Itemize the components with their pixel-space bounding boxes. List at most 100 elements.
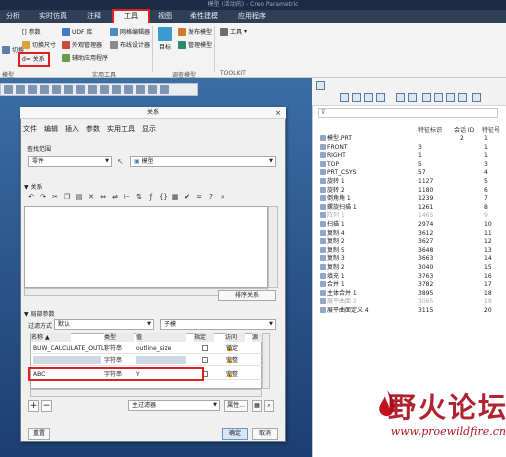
annotation-display-icon[interactable] <box>148 85 157 94</box>
cancel-button[interactable]: 取消 <box>252 428 278 440</box>
tree-layout-icon[interactable] <box>446 93 455 102</box>
reset-button[interactable]: 重置 <box>28 428 50 440</box>
axis-display-icon[interactable] <box>112 85 121 94</box>
zoom-out-icon[interactable] <box>28 85 37 94</box>
tree-format-icon[interactable] <box>458 93 467 102</box>
ok-button[interactable]: 确定 <box>222 428 248 440</box>
param-col-designate[interactable]: 指定 <box>194 333 214 342</box>
csys-display-icon[interactable] <box>136 85 145 94</box>
view-orient-icon[interactable] <box>52 85 61 94</box>
tree-filter-input[interactable]: ⊽ <box>318 108 498 118</box>
relations-text-editor[interactable] <box>24 206 268 288</box>
param-col-access[interactable]: 访问 <box>225 333 245 342</box>
tab-analysis[interactable]: 分析 <box>2 10 24 23</box>
saved-views-icon[interactable] <box>64 85 73 94</box>
tree-layers-icon[interactable] <box>422 93 431 102</box>
tree-expand-icon[interactable] <box>396 93 405 102</box>
datum-display-icon[interactable] <box>88 85 97 94</box>
tree-settings-icon[interactable] <box>340 93 349 102</box>
undo-icon[interactable]: ↶ <box>27 193 35 201</box>
tab-applications[interactable]: 应用程序 <box>232 10 272 23</box>
insert-param-icon[interactable]: ⇌ <box>111 193 119 201</box>
param-col-name[interactable]: 名称 ▲ <box>31 333 71 342</box>
properties-button[interactable]: 属性... <box>224 400 248 412</box>
tree-col-session-id[interactable]: 会话 ID <box>454 125 474 134</box>
model-selector[interactable]: ▣ 模型 ▼ <box>130 156 276 167</box>
verify-icon[interactable]: ✔ <box>183 193 191 201</box>
param-col-source[interactable]: 源 <box>252 333 262 342</box>
tree-search-icon[interactable] <box>434 93 443 102</box>
insert-dim-icon[interactable]: ⇔ <box>99 193 107 201</box>
redo-icon[interactable]: ↷ <box>39 193 47 201</box>
tree-row[interactable]: 展平曲面定义 4 3115 20 <box>312 306 506 315</box>
tree-collapse-icon[interactable] <box>408 93 417 102</box>
filter-dropdown[interactable]: 默认 ▼ <box>54 319 154 330</box>
tab-view[interactable]: 视图 <box>154 10 176 23</box>
tab-annotate[interactable]: 注释 <box>82 10 106 23</box>
table-view-icon[interactable]: ▦ <box>252 400 262 412</box>
menu-display[interactable]: 显示 <box>142 124 156 134</box>
param-col-value[interactable]: 值 <box>136 333 186 342</box>
appearance-manager-button[interactable]: 外观管理器 <box>62 40 102 49</box>
tab-simulation[interactable]: 实时仿真 <box>32 10 74 23</box>
table-row[interactable]: 字符串 🔓 完整 <box>30 355 262 366</box>
point-display-icon[interactable] <box>124 85 133 94</box>
function-icon[interactable]: ƒ <box>147 193 155 201</box>
sort-icon[interactable]: ⇅ <box>135 193 143 201</box>
params-vertical-scrollbar[interactable] <box>262 333 270 389</box>
help-icon[interactable]: ? <box>207 193 215 201</box>
params-button[interactable]: [] 参数 <box>22 27 41 36</box>
tool-designer-button[interactable]: 布线设计器 <box>110 40 150 49</box>
tree-col-feature-id[interactable]: 特征标识 <box>418 125 442 134</box>
publish-model-button[interactable]: 发布模型 <box>178 27 212 36</box>
menu-file[interactable]: 文件 <box>23 124 37 134</box>
menu-utilities[interactable]: 实用工具 <box>107 124 135 134</box>
tree-col-feature-no[interactable]: 特征号 <box>482 125 500 134</box>
zoom-in-icon[interactable] <box>16 85 25 94</box>
eval-icon[interactable]: = <box>195 193 203 201</box>
select-arrow-icon[interactable]: ↖ <box>117 156 127 167</box>
param-col-type[interactable]: 类型 <box>104 333 134 342</box>
cut-icon[interactable]: ✂ <box>51 193 59 201</box>
menu-insert[interactable]: 插入 <box>65 124 79 134</box>
switch-size-button[interactable]: 切换尺寸 <box>22 40 56 49</box>
spin-center-icon[interactable] <box>160 85 169 94</box>
local-params-section-label[interactable]: ▼ 局部参数 <box>24 309 55 318</box>
remove-param-button[interactable]: − <box>41 400 52 412</box>
delete-icon[interactable]: ✕ <box>87 193 95 201</box>
display-style-icon[interactable] <box>76 85 85 94</box>
add-param-button[interactable]: + <box>28 400 39 412</box>
manage-model-button[interactable]: 管理模型 <box>178 40 212 49</box>
plane-display-icon[interactable] <box>100 85 109 94</box>
zoom-fit-icon[interactable] <box>4 85 13 94</box>
tree-options-icon[interactable] <box>472 93 481 102</box>
insert-unit-icon[interactable]: ⊢ <box>123 193 131 201</box>
tree-columns-icon[interactable] <box>352 93 361 102</box>
paste-icon[interactable]: ▤ <box>75 193 83 201</box>
main-filter-dropdown[interactable]: 主过滤器 ▼ <box>128 400 220 411</box>
menu-params[interactable]: 参数 <box>86 124 100 134</box>
tree-icon[interactable] <box>316 81 325 90</box>
close-icon[interactable]: × <box>272 108 284 118</box>
aux-app-button[interactable]: 辅助应用程序 <box>62 53 108 62</box>
copy-icon[interactable]: ❐ <box>63 193 71 201</box>
search-icon[interactable]: ⌕ <box>219 193 227 201</box>
mesh-editor-button[interactable]: 网格编辑器 <box>110 27 150 36</box>
search-params-icon[interactable]: ⌕ <box>264 400 274 412</box>
sort-relations-button[interactable]: 排序关系 <box>218 290 276 301</box>
submodel-dropdown[interactable]: 子模 ▼ <box>160 319 276 330</box>
tree-filter-icon[interactable] <box>364 93 373 102</box>
scope-dropdown[interactable]: 零件 ▼ <box>28 156 112 167</box>
menu-edit[interactable]: 编辑 <box>44 124 58 134</box>
tab-flexible-modeling[interactable]: 柔性建模 <box>184 10 224 23</box>
editor-vertical-scrollbar[interactable] <box>268 206 278 288</box>
tree-show-icon[interactable] <box>376 93 385 102</box>
target-button[interactable]: 目标 <box>158 27 172 51</box>
tools-dropdown[interactable]: 工具 ▾ <box>220 27 247 36</box>
brace-icon[interactable]: {} <box>159 193 168 201</box>
show-dims-icon[interactable]: ▦ <box>171 193 179 201</box>
table-row[interactable]: BUW_CALCULATE_OUTLI 字符串 outline_size 🔒 锁定 <box>30 343 262 354</box>
params-horizontal-scrollbar[interactable] <box>30 389 262 397</box>
repaint-icon[interactable] <box>40 85 49 94</box>
udf-library-button[interactable]: UDF 库 <box>62 27 92 36</box>
